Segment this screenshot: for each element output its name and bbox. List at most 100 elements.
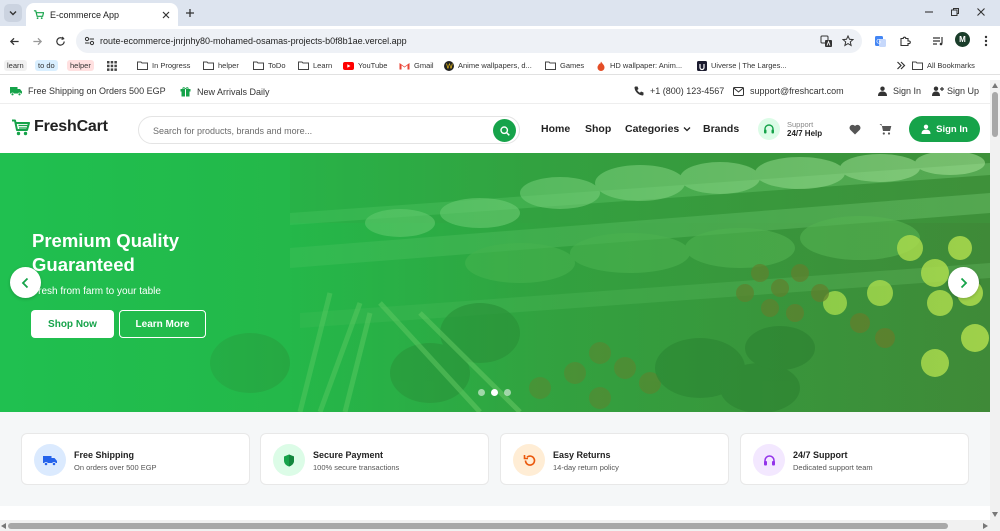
support-label: Support <box>787 120 814 129</box>
scroll-down-icon <box>992 512 998 517</box>
feature-card-returns: Easy Returns 14-day return policy <box>500 433 729 485</box>
scroll-right-icon <box>983 523 988 529</box>
phone-contact[interactable]: +1 (800) 123-4567 <box>634 86 724 96</box>
arrivals-text: New Arrivals Daily <box>197 86 270 97</box>
sign-in-text: Sign In <box>893 86 922 96</box>
bookmark-youtube[interactable]: YouTube <box>343 59 387 72</box>
kebab-menu-icon <box>984 35 988 47</box>
sign-in-button[interactable]: Sign In <box>909 116 980 142</box>
svg-text:G: G <box>876 38 881 45</box>
nav-brands[interactable]: Brands <box>703 123 739 135</box>
prev-slide-button[interactable] <box>10 267 41 298</box>
phone-icon <box>634 86 644 96</box>
search-button[interactable] <box>493 119 516 142</box>
bookmark-label: Anime wallpapers, d... <box>458 61 532 70</box>
close-window-button[interactable] <box>970 3 992 21</box>
slide-dot-3[interactable] <box>504 389 511 396</box>
sign-up-text: Sign Up <box>947 86 980 96</box>
slide-dot-2[interactable] <box>491 389 498 396</box>
bookmark-folder-helper[interactable]: helper <box>203 59 239 72</box>
new-tab-button[interactable] <box>182 5 198 21</box>
site-header: FreshCart Search for products, brands an… <box>0 104 990 153</box>
next-slide-button[interactable] <box>948 267 979 298</box>
bookmark-label: Uiverse | The Larges... <box>711 61 787 70</box>
reload-icon <box>55 36 65 46</box>
folder-icon <box>912 61 923 70</box>
browser-tab-active[interactable]: E-commerce App <box>26 3 178 26</box>
nav-shop[interactable]: Shop <box>585 123 611 135</box>
minimize-button[interactable] <box>918 3 940 21</box>
bookmark-learn[interactable]: learn <box>4 59 27 72</box>
bookmark-uiverse[interactable]: Uiverse | The Larges... <box>697 59 787 72</box>
bookmark-label: YouTube <box>358 61 388 70</box>
bookmark-label: Gmail <box>414 61 434 70</box>
chevron-left-icon <box>21 277 29 288</box>
truck-icon <box>34 444 66 476</box>
bookmark-helper-chip[interactable]: helper <box>67 59 94 72</box>
bookmarks-overflow-button[interactable] <box>896 59 910 72</box>
learn-more-button[interactable]: Learn More <box>119 310 206 338</box>
youtube-icon <box>343 61 354 70</box>
support-widget[interactable]: Support 24/7 Help <box>758 118 822 140</box>
site-favicon-icon: W <box>444 60 454 71</box>
translate-extension-button[interactable]: G <box>872 33 888 49</box>
nav-home[interactable]: Home <box>541 123 570 135</box>
search-bar[interactable]: Search for products, brands and more... <box>138 116 520 144</box>
cart-icon <box>879 124 891 135</box>
restore-button[interactable] <box>944 3 966 21</box>
shop-now-button[interactable]: Shop Now <box>31 310 114 338</box>
search-input[interactable]: Search for products, brands and more... <box>153 126 312 136</box>
nav-categories[interactable]: Categories <box>625 123 691 135</box>
bookmark-folder-learn[interactable]: Learn <box>298 59 332 72</box>
cart-button[interactable] <box>878 122 892 136</box>
vertical-scroll-thumb[interactable] <box>992 92 998 137</box>
forward-button[interactable] <box>29 33 45 49</box>
features-section: Free Shipping On orders over 500 EGP Sec… <box>0 412 990 506</box>
email-contact[interactable]: support@freshcart.com <box>733 86 844 96</box>
site-logo[interactable]: FreshCart <box>11 118 108 136</box>
slide-dot-1[interactable] <box>478 389 485 396</box>
arrow-left-icon <box>9 37 19 45</box>
apps-grid-button[interactable] <box>107 59 121 72</box>
media-controls-button[interactable] <box>930 33 946 49</box>
browser-menu-button[interactable] <box>978 33 994 49</box>
feature-desc: On orders over 500 EGP <box>74 463 157 472</box>
extensions-button[interactable] <box>897 33 913 49</box>
close-tab-icon[interactable] <box>158 7 174 23</box>
bookmark-to-do[interactable]: to do <box>35 59 58 72</box>
uiverse-icon <box>697 60 707 71</box>
bookmark-folder-todo[interactable]: ToDo <box>253 59 286 72</box>
bookmark-folder-in-progress[interactable]: In Progress <box>137 59 190 72</box>
sign-in-button-label: Sign In <box>936 123 968 135</box>
apps-grid-icon <box>107 60 117 71</box>
scroll-left-icon <box>1 523 6 529</box>
wishlist-button[interactable] <box>848 122 862 136</box>
topbar-sign-in-link[interactable]: Sign In <box>878 86 921 96</box>
bookmark-folder-games[interactable]: Games <box>545 59 584 72</box>
chevron-double-right-icon <box>897 61 906 70</box>
playlist-icon <box>933 37 943 46</box>
horizontal-scroll-thumb[interactable] <box>8 523 948 529</box>
new-arrivals-notice: New Arrivals Daily <box>180 86 270 97</box>
star-icon <box>842 35 854 47</box>
tab-search-button[interactable] <box>4 4 22 22</box>
address-bar[interactable]: route-ecommerce-jnrjnhy80-mohamed-osamas… <box>76 29 862 53</box>
bookmark-anime-wallpapers[interactable]: W Anime wallpapers, d... <box>444 59 532 72</box>
profile-avatar[interactable]: M <box>955 32 970 47</box>
bookmark-hd-wallpaper[interactable]: HD wallpaper: Anim... <box>596 59 682 72</box>
bookmark-label: helper <box>67 60 94 71</box>
vertical-scrollbar[interactable] <box>990 80 1000 520</box>
reload-button[interactable] <box>52 33 68 49</box>
all-bookmarks-button[interactable]: All Bookmarks <box>912 59 975 72</box>
user-icon <box>878 86 887 96</box>
site-info-icon[interactable] <box>84 36 95 46</box>
translate-button[interactable] <box>818 33 834 49</box>
folder-icon <box>298 61 309 70</box>
chevron-down-icon <box>9 11 17 16</box>
nav-categories-label: Categories <box>625 123 680 135</box>
topbar-sign-up-link[interactable]: Sign Up <box>932 86 979 96</box>
horizontal-scrollbar[interactable] <box>0 520 1000 531</box>
back-button[interactable] <box>6 33 22 49</box>
bookmark-star-button[interactable] <box>840 33 856 49</box>
bookmark-gmail[interactable]: Gmail <box>399 59 434 72</box>
